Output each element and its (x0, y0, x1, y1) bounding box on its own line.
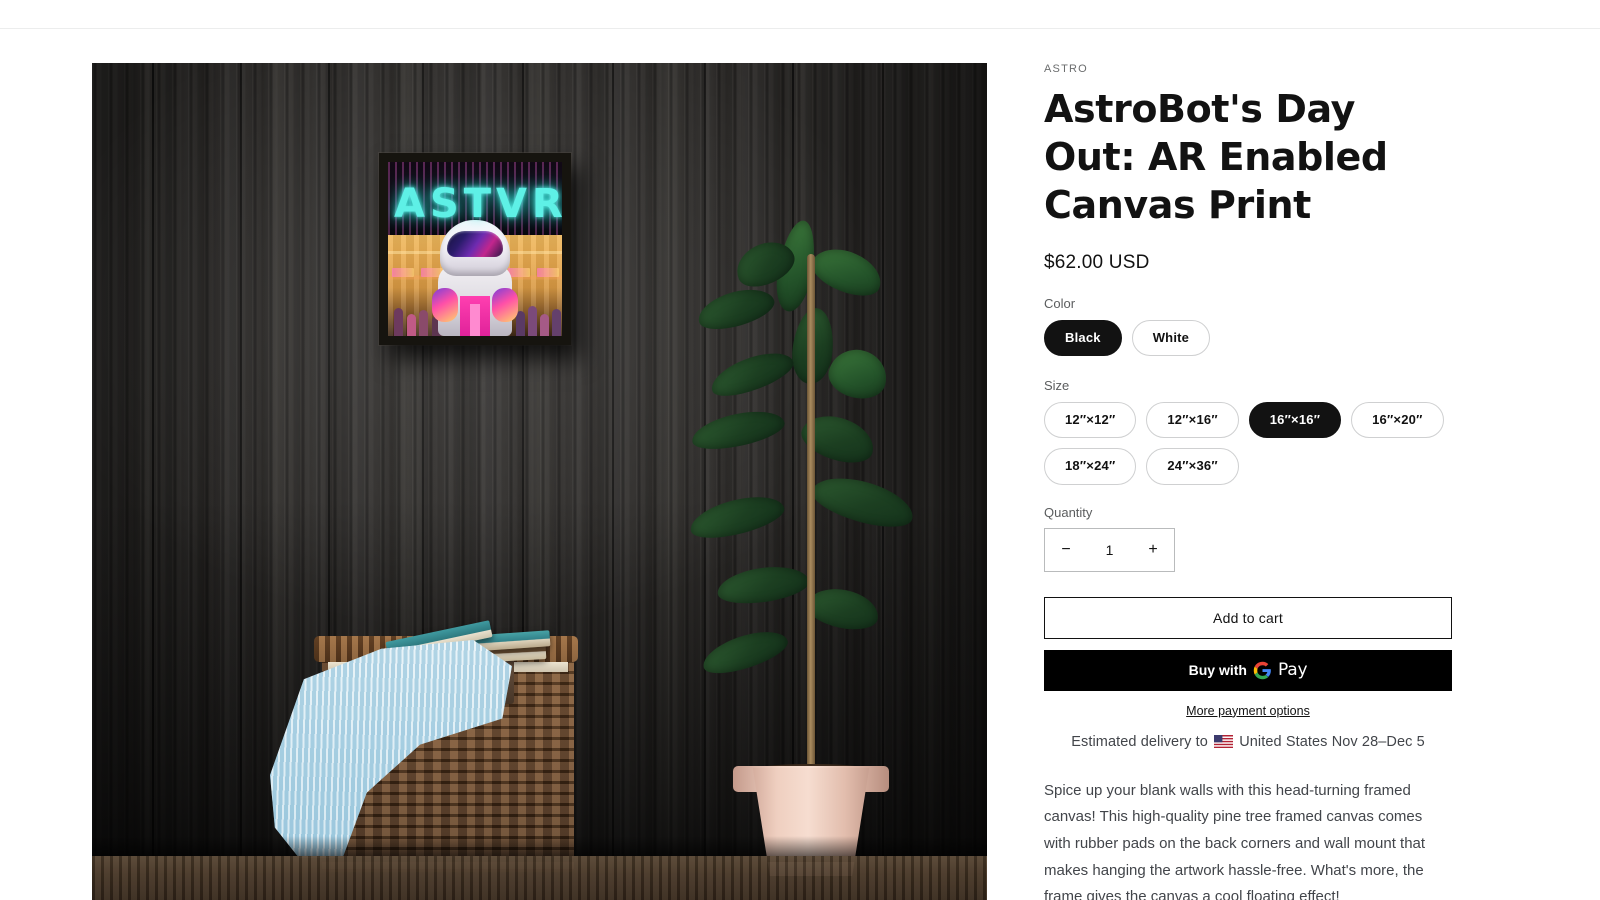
potted-plant (661, 200, 961, 900)
artwork-robot-chest (460, 296, 490, 336)
size-option-12x12[interactable]: 12″×12″ (1044, 401, 1137, 439)
quantity-decrease-button[interactable]: − (1045, 529, 1087, 571)
size-option-group: 12″×12″ 12″×16″ 16″×16″ 16″×20″ 18″×24″ … (1044, 401, 1450, 485)
us-flag-icon (1214, 734, 1234, 752)
artwork-robot-shoulder-right (492, 288, 518, 322)
more-payment-options-link[interactable]: More payment options (1044, 704, 1452, 718)
size-option-18x24[interactable]: 18″×24″ (1044, 448, 1137, 485)
buy-with-gpay-button[interactable]: Buy with Pay (1044, 649, 1452, 691)
artwork-robot-shoulder-left (432, 288, 458, 322)
size-option-16x16[interactable]: 16″×16″ (1248, 401, 1342, 439)
color-option-label: Color (1044, 295, 1076, 311)
add-to-cart-button[interactable]: Add to cart (1044, 596, 1452, 639)
wood-floor (92, 856, 987, 900)
color-option-group: Black White (1044, 319, 1450, 356)
product-image[interactable]: ASTVR (92, 63, 987, 900)
size-option-12x16[interactable]: 12″×16″ (1146, 401, 1239, 439)
product-vendor: ASTRO (1044, 63, 1088, 75)
quantity-input[interactable] (1087, 541, 1132, 558)
size-option-16x20[interactable]: 16″×20″ (1351, 401, 1444, 439)
product-description: Spice up your blank walls with this head… (1044, 778, 1450, 900)
delivery-prefix: Estimated delivery to (1071, 733, 1208, 750)
artwork-scene: ASTVR (388, 162, 562, 336)
color-option-black[interactable]: Black (1044, 319, 1122, 356)
delivery-country: United States (1239, 733, 1328, 750)
estimated-delivery: Estimated delivery to United States Nov … (1044, 734, 1452, 752)
size-option-label: Size (1044, 377, 1070, 393)
header-divider (0, 28, 1600, 29)
framed-canvas-artwork: ASTVR (379, 153, 571, 345)
product-info: ASTRO AstroBot's Day Out: AR Enabled Can… (1010, 63, 1600, 900)
google-g-icon (1253, 661, 1272, 680)
color-option-white[interactable]: White (1131, 319, 1211, 356)
description-paragraph: Spice up your blank walls with this head… (1044, 781, 1426, 900)
gpay-brand-label: Pay (1277, 660, 1308, 681)
product-price: $62.00 USD (1044, 251, 1150, 273)
quantity-stepper[interactable]: − + (1044, 527, 1175, 572)
quantity-label: Quantity (1044, 504, 1093, 520)
quantity-increase-button[interactable]: + (1132, 529, 1174, 571)
artwork-robot-visor (447, 231, 503, 257)
page-title: AstroBot's Day Out: AR Enabled Canvas Pr… (1044, 87, 1388, 227)
product-gallery: ASTVR (0, 63, 1010, 900)
product-content: ASTVR ASTRO AstroBot's Day Out: AR Enabl… (0, 63, 1600, 900)
delivery-dates: Nov 28–Dec 5 (1331, 733, 1425, 750)
product-page: ASTVR ASTRO AstroBot's Day Out: AR Enabl… (0, 0, 1600, 900)
plant-stem (807, 254, 815, 774)
artwork-neon-sign: ASTVR (394, 181, 562, 227)
size-option-24x36[interactable]: 24″×36″ (1146, 448, 1239, 485)
buy-with-label: Buy with (1188, 662, 1247, 679)
